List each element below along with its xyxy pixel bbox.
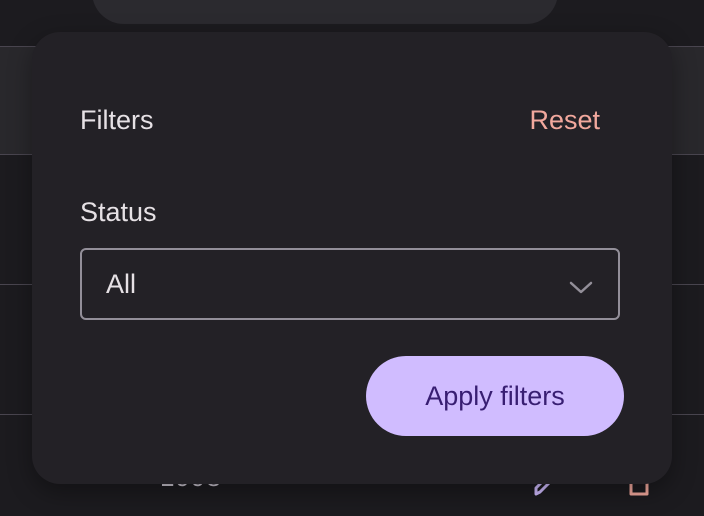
filters-popover: Filters Reset Status All Apply filters [32, 32, 672, 484]
popover-title: Filters [80, 105, 154, 135]
chevron-down-icon [569, 281, 593, 294]
status-select[interactable]: All [80, 248, 620, 320]
background-search-bar [92, 0, 558, 24]
apply-filters-button[interactable]: Apply filters [366, 356, 624, 436]
status-select-value: All [106, 268, 137, 299]
status-label: Status [80, 197, 157, 227]
reset-button[interactable]: Reset [529, 104, 600, 136]
